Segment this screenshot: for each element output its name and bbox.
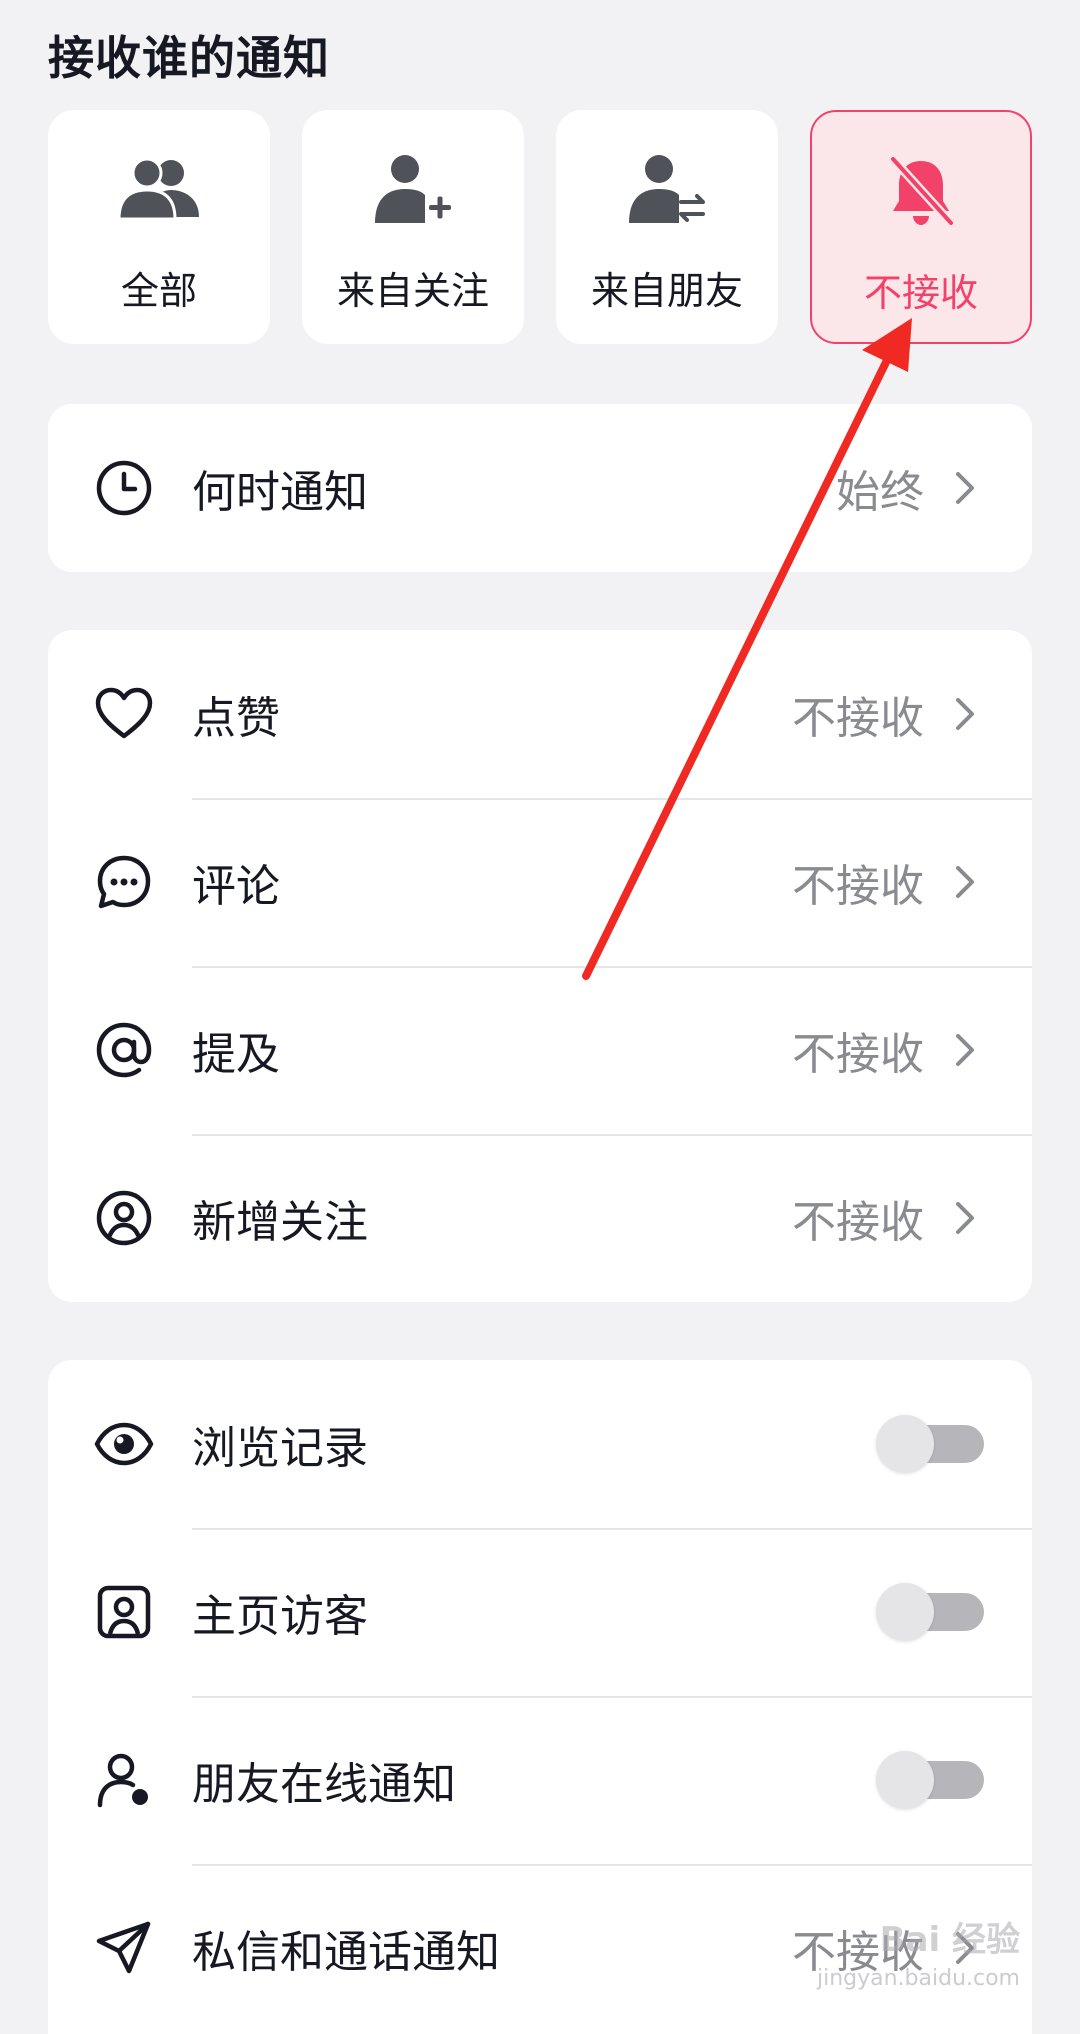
eye-icon — [92, 1412, 156, 1476]
option-all[interactable]: 全部 — [48, 110, 270, 344]
row-label: 何时通知 — [192, 467, 368, 518]
row-label: 主页访客 — [192, 1591, 368, 1642]
at-icon — [92, 1018, 156, 1082]
heart-icon — [92, 682, 156, 746]
row-browse-history[interactable]: 浏览记录 — [48, 1360, 1032, 1528]
chevron-right-icon — [956, 698, 974, 730]
row-label: 新增关注 — [192, 1197, 368, 1248]
comment-icon — [92, 850, 156, 914]
watermark-url: jingyan.baidu.com — [816, 1966, 1020, 1991]
profile-frame-icon — [92, 1580, 156, 1644]
row-likes[interactable]: 点赞 不接收 — [48, 630, 1032, 798]
row-label: 私信和通话通知 — [192, 1927, 500, 1978]
row-when[interactable]: 何时通知 始终 — [48, 404, 1032, 572]
watermark-logo: Bai 经验 — [879, 1920, 1020, 1960]
row-comments[interactable]: 评论 不接收 — [48, 798, 1032, 966]
clock-icon — [92, 456, 156, 520]
bell-off-icon — [876, 146, 966, 236]
chevron-right-icon — [956, 472, 974, 504]
row-friends-online[interactable]: 朋友在线通知 — [48, 1696, 1032, 1864]
user-circle-icon — [92, 1186, 156, 1250]
row-label: 浏览记录 — [192, 1423, 368, 1474]
chevron-right-icon — [956, 1202, 974, 1234]
group-icon — [114, 144, 204, 234]
notify-types-card: 点赞 不接收 评论 不接收 提及 不接收 新增关注 不接收 — [48, 630, 1032, 1302]
send-icon — [92, 1916, 156, 1980]
option-label: 来自关注 — [336, 269, 489, 313]
friends-online-toggle[interactable] — [876, 1751, 984, 1809]
row-label: 提及 — [192, 1029, 280, 1080]
row-profile-visitors[interactable]: 主页访客 — [48, 1528, 1032, 1696]
option-friends[interactable]: 来自朋友 — [556, 110, 778, 344]
option-following[interactable]: 来自关注 — [302, 110, 524, 344]
chevron-right-icon — [956, 1034, 974, 1066]
user-online-icon — [92, 1748, 156, 1812]
option-label: 来自朋友 — [590, 269, 743, 313]
section-title: 接收谁的通知 — [48, 31, 330, 85]
row-value: 不接收 — [792, 1197, 924, 1248]
chevron-right-icon — [956, 866, 974, 898]
profile-visitors-toggle[interactable] — [876, 1583, 984, 1641]
option-none[interactable]: 不接收 — [810, 110, 1032, 344]
row-label: 朋友在线通知 — [192, 1759, 456, 1810]
row-new-followers[interactable]: 新增关注 不接收 — [48, 1134, 1032, 1302]
user-plus-icon — [368, 144, 458, 234]
row-value: 不接收 — [792, 1029, 924, 1080]
row-value: 不接收 — [792, 693, 924, 744]
when-card: 何时通知 始终 — [48, 404, 1032, 572]
browse-history-toggle[interactable] — [876, 1415, 984, 1473]
row-mentions[interactable]: 提及 不接收 — [48, 966, 1032, 1134]
user-swap-icon — [622, 144, 712, 234]
row-value: 始终 — [836, 467, 924, 518]
option-label: 全部 — [120, 269, 197, 313]
row-label: 点赞 — [192, 693, 280, 744]
option-label: 不接收 — [863, 271, 978, 315]
notification-source-options: 全部 来自关注 来自朋友 不接收 — [48, 110, 1032, 344]
row-value: 不接收 — [792, 861, 924, 912]
row-label: 评论 — [192, 861, 280, 912]
